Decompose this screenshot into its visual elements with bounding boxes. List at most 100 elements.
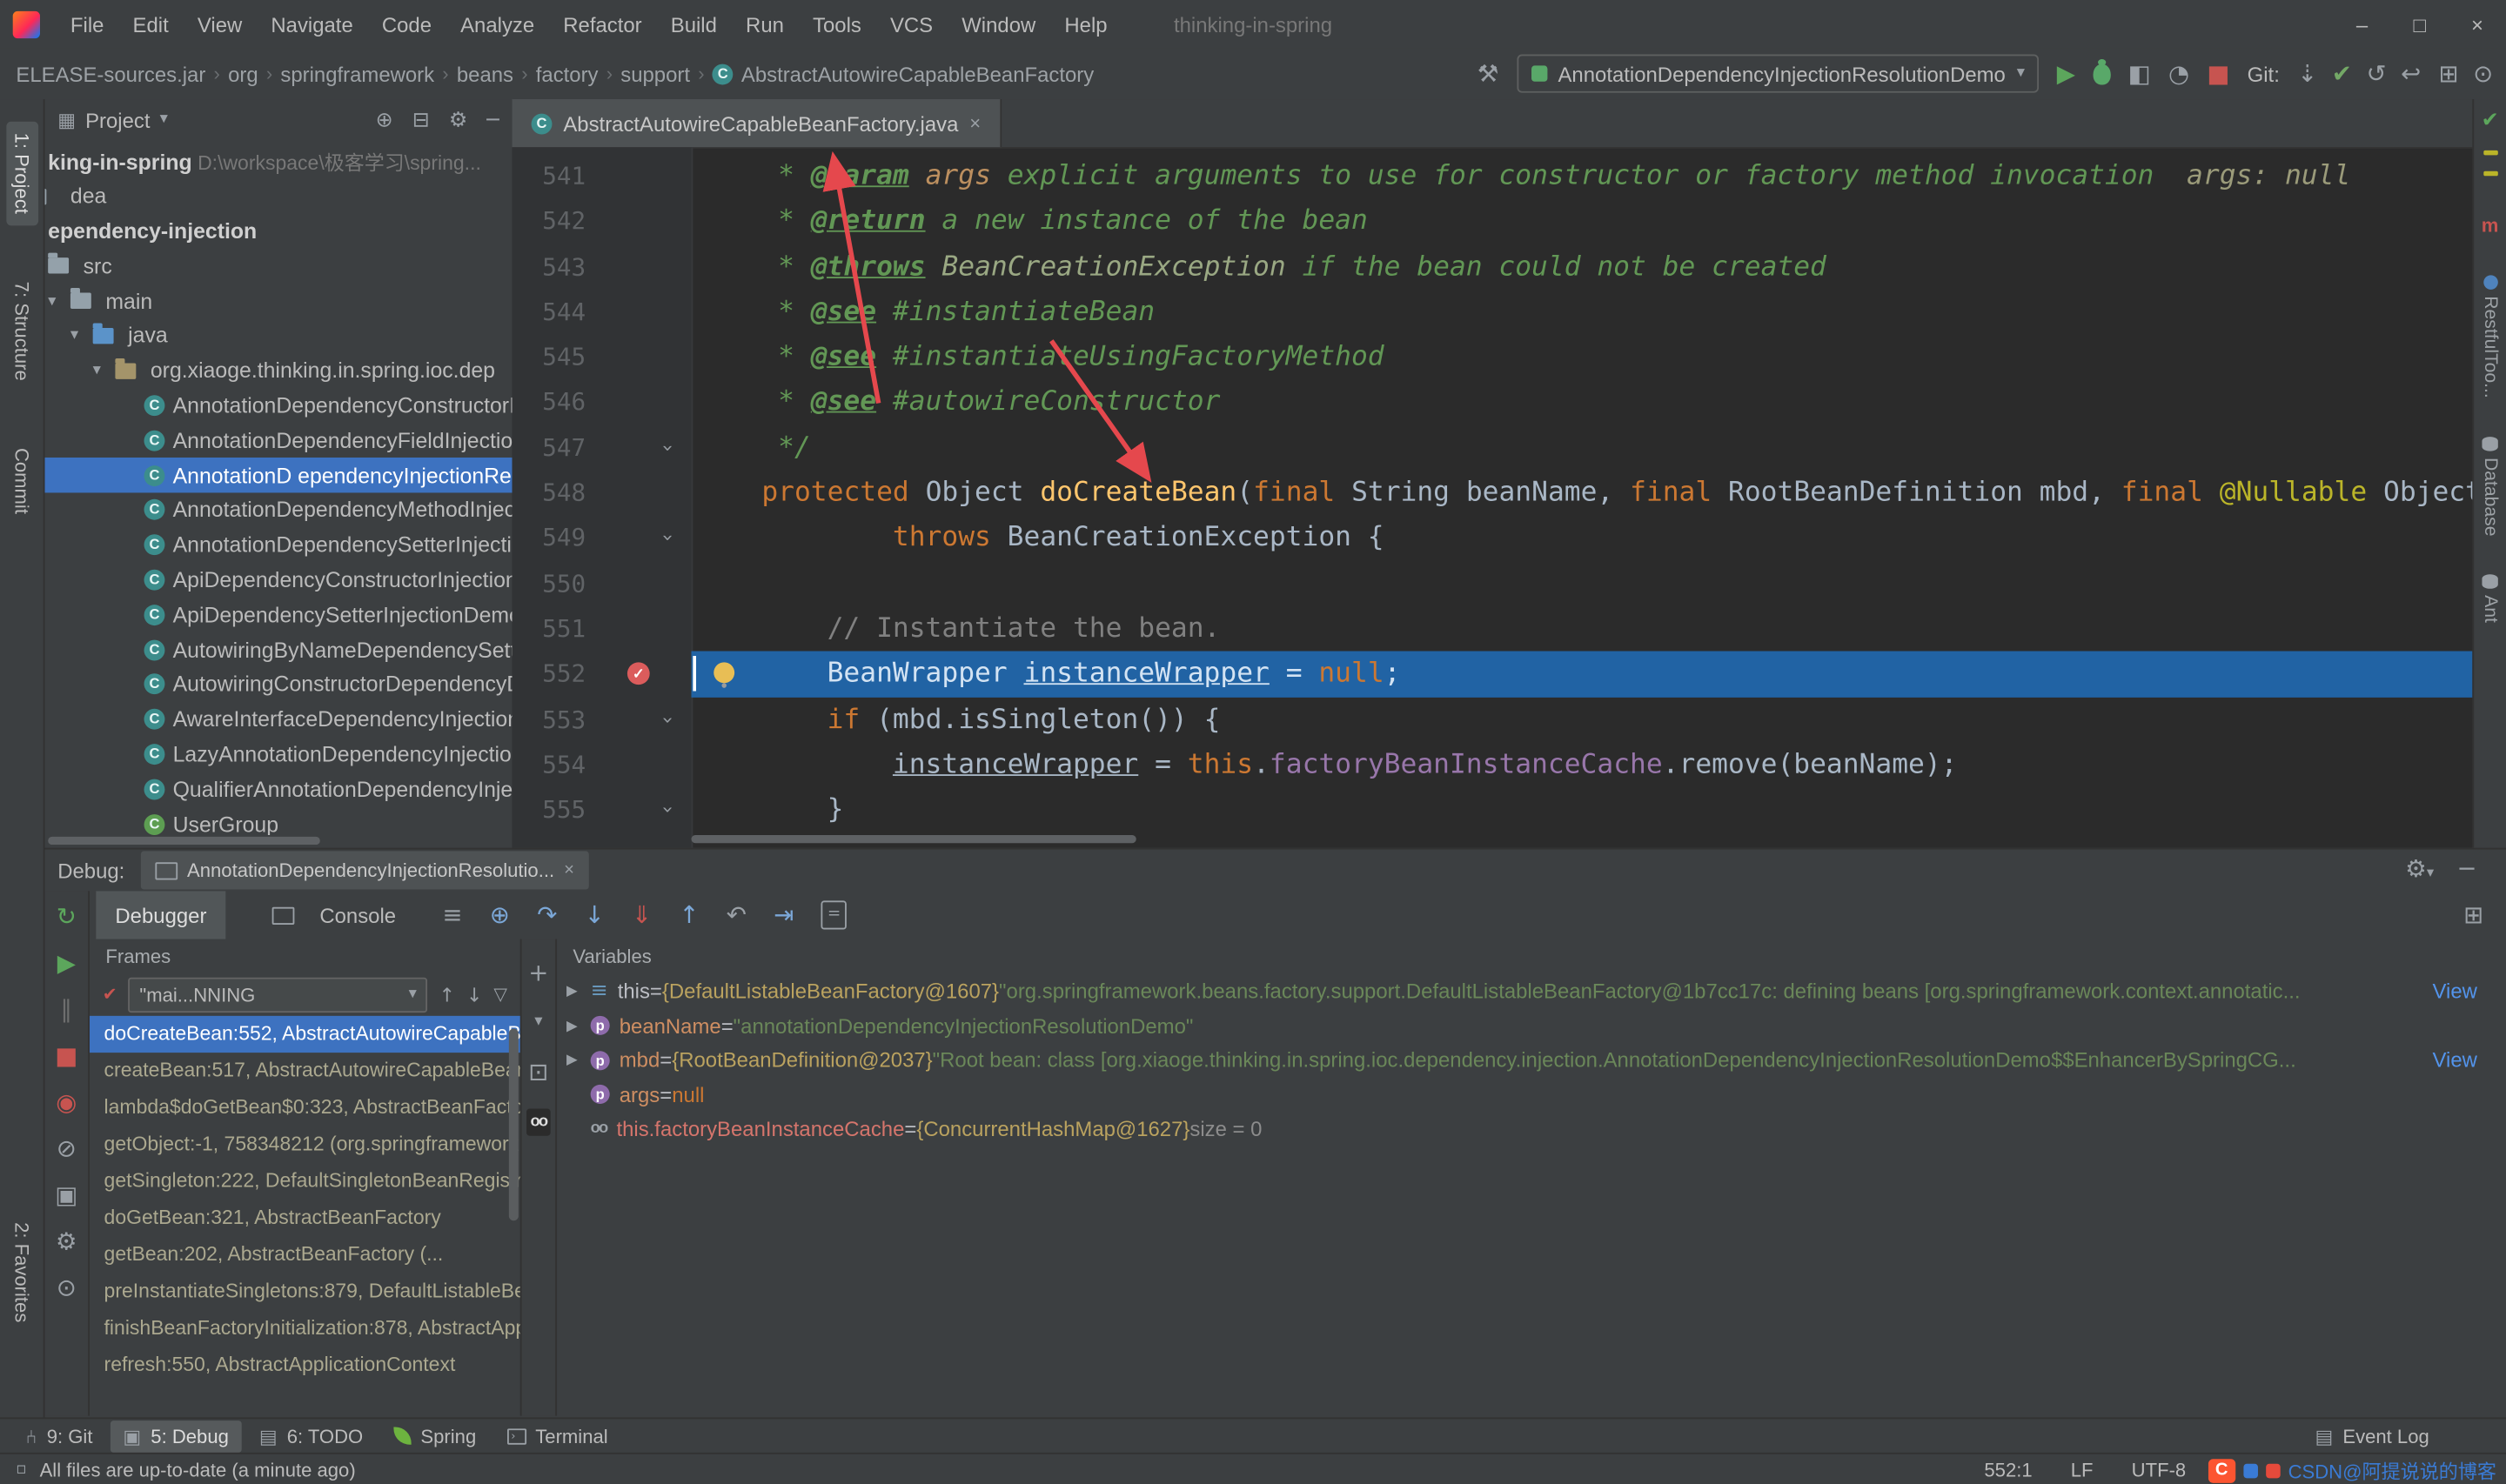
tool-strip-favorites[interactable]: 2: Favorites <box>5 1212 37 1334</box>
show-execution-point-icon[interactable]: ⊕ <box>490 902 510 927</box>
code-line-550[interactable]: 550 <box>513 561 2473 606</box>
debug-bug-icon[interactable] <box>2093 64 2110 84</box>
menu-file[interactable]: File <box>56 7 118 41</box>
breakpoint-icon[interactable]: ✓ <box>627 663 650 685</box>
evaluate-icon[interactable]: = <box>821 900 848 929</box>
code-line-553[interactable]: 553› if (mbd.isSingleton()) { <box>513 697 2473 742</box>
caret-position-widget[interactable]: 552:1 <box>1984 1458 2032 1481</box>
breadcrumb-item[interactable]: AbstractAutowireCapableBeanFactory <box>741 62 1094 86</box>
event-log-button[interactable]: ▤ Event Log <box>2315 1423 2493 1448</box>
line-number[interactable]: 546 <box>513 380 586 425</box>
git-commit-icon[interactable]: ✔ <box>2332 61 2352 86</box>
run-configuration-select[interactable]: AnnotationDependencyInjectionResolutionD… <box>1517 55 2040 93</box>
frames-scrollbar[interactable] <box>509 1029 519 1221</box>
stack-frame[interactable]: getSingleton:222, DefaultSingletonBeanRe… <box>90 1163 520 1200</box>
menu-edit[interactable]: Edit <box>118 7 183 41</box>
stack-frame[interactable]: lambda$doGetBean$0:323, AbstractBeanFact… <box>90 1089 520 1126</box>
expand-arrow-icon[interactable]: ▶ <box>566 983 591 1000</box>
line-number[interactable]: 542 <box>513 199 586 244</box>
snapshot-icon[interactable]: ▣ <box>55 1182 77 1207</box>
tree-item[interactable]: CAwareInterfaceDependencyInjectionDemo <box>44 702 512 737</box>
encoding-widget[interactable]: UTF-8 <box>2132 1458 2187 1481</box>
fold-marker-icon[interactable]: › <box>646 716 691 724</box>
line-number[interactable]: 554 <box>513 742 586 787</box>
stack-frame[interactable]: doGetBean:321, AbstractBeanFactory <box>90 1200 520 1236</box>
tree-item[interactable]: CAnnotationDependencyFieldInjectionDemo <box>44 423 512 458</box>
pin-icon[interactable]: ⊙ <box>57 1275 77 1300</box>
settings-icon[interactable]: ⚙ <box>449 108 467 132</box>
frame-down-icon[interactable]: ↓ <box>466 982 483 1007</box>
thread-dropdown[interactable]: "mai...NNING ▾ <box>129 978 428 1013</box>
fold-marker-icon[interactable]: › <box>646 534 691 542</box>
close-icon[interactable]: × <box>564 860 574 879</box>
stack-frame[interactable]: getObject:-1, 758348212 (org.springframe… <box>90 1126 520 1163</box>
search-icon[interactable]: ⊙ <box>2473 61 2493 86</box>
chevron-down-icon[interactable]: ▾ <box>534 1009 542 1034</box>
layout-settings-icon[interactable]: ⊞ <box>2463 902 2483 927</box>
fold-marker-icon[interactable]: › <box>646 444 691 451</box>
profiler-icon[interactable]: ◔ <box>2168 61 2189 86</box>
code-line-552[interactable]: 552✓ BeanWrapper instanceWrapper = null; <box>513 652 2473 697</box>
editor-horizontal-scrollbar[interactable] <box>691 835 1136 843</box>
variable-row[interactable]: pargs = null <box>557 1078 2506 1113</box>
add-watch-icon[interactable]: + <box>528 959 548 985</box>
tree-item[interactable]: CApiDependencySetterInjectionDemo <box>44 598 512 632</box>
hide-icon[interactable]: ─ <box>2460 855 2475 886</box>
menu-icon[interactable]: ≡ <box>442 902 462 927</box>
menu-run[interactable]: Run <box>731 7 798 41</box>
settings-gear-icon[interactable]: ⚙▾ <box>2405 855 2434 886</box>
close-icon[interactable]: × <box>969 112 981 135</box>
debug-session-tab[interactable]: AnnotationDependencyInjectionResolutio..… <box>141 851 589 889</box>
code-line-546[interactable]: 546 * @see #autowireConstructor <box>513 380 2473 425</box>
tool-strip-restfultoo[interactable]: RestfulToo... <box>2481 275 2500 398</box>
watches-toggle-icon[interactable]: oo <box>527 1108 550 1135</box>
locate-icon[interactable]: ⊕ <box>376 108 393 132</box>
stack-frame[interactable]: doCreateBean:552, AbstractAutowireCapabl… <box>90 1016 520 1053</box>
breadcrumb-item[interactable]: springframework <box>280 62 434 86</box>
line-number[interactable]: 551 <box>513 606 586 652</box>
menu-tools[interactable]: Tools <box>798 7 875 41</box>
git-icon[interactable]: ⑃ <box>25 1423 37 1448</box>
code-line-542[interactable]: 542 * @return a new instance of the bean <box>513 199 2473 244</box>
drop-frame-icon[interactable]: ↶ <box>727 902 747 927</box>
debug-icon[interactable]: ▣ <box>123 1423 141 1448</box>
line-ending-widget[interactable]: LF <box>2071 1458 2094 1481</box>
line-number[interactable]: 555 <box>513 787 586 832</box>
toolwindow-button-git[interactable]: ⑃9: Git <box>13 1420 105 1452</box>
line-number[interactable]: 552 <box>513 652 586 697</box>
force-step-into-icon[interactable]: ⇓ <box>632 902 652 927</box>
code-line-541[interactable]: 541 * @param args explicit arguments to … <box>513 154 2473 199</box>
tree-item[interactable]: CQualifierAnnotationDependencyInjection <box>44 772 512 806</box>
menu-navigate[interactable]: Navigate <box>257 7 367 41</box>
code-line-551[interactable]: 551 // Instantiate the bean. <box>513 606 2473 652</box>
tree-item[interactable]: king-in-spring D:\workspace\极客学习\spring.… <box>44 144 512 179</box>
mute-breakpoints-icon[interactable]: ⊘ <box>57 1136 77 1161</box>
line-number[interactable]: 549 <box>513 516 586 561</box>
code-line-554[interactable]: 554 instanceWrapper = this.factoryBeanIn… <box>513 742 2473 787</box>
git-history-icon[interactable]: ↺ <box>2366 61 2386 86</box>
tree-item[interactable]: ▾src <box>44 249 512 284</box>
inspections-ok-icon[interactable]: ✔ <box>2482 109 2499 134</box>
line-number[interactable]: 545 <box>513 335 586 380</box>
expand-arrow-icon[interactable]: ▾ <box>93 362 101 379</box>
menu-analyze[interactable]: Analyze <box>446 7 549 41</box>
tree-item[interactable]: CApiDependencyConstructorInjectionDemo <box>44 563 512 598</box>
breadcrumb-item[interactable]: org <box>228 62 258 86</box>
tree-item[interactable]: CAnnotationDependencySetterInjectionDemo <box>44 527 512 562</box>
run-icon[interactable]: ▶ <box>2057 61 2075 86</box>
tree-item[interactable]: CLazyAnnotationDependencyInjectionDemo <box>44 737 512 772</box>
horizontal-scrollbar[interactable] <box>48 837 320 845</box>
variable-row[interactable]: oothis.factoryBeanInstanceCache = {Concu… <box>557 1112 2506 1146</box>
code-line-543[interactable]: 543 * @throws BeanCreationException if t… <box>513 244 2473 290</box>
hide-icon[interactable]: ─ <box>486 108 499 132</box>
build-icon[interactable]: ⚒ <box>1477 61 1499 86</box>
variable-row[interactable]: ▶pmbd = {RootBeanDefinition@2037} "Root … <box>557 1043 2506 1078</box>
tool-strip-commit[interactable]: Commit <box>5 437 37 525</box>
step-out-icon[interactable]: ↑ <box>679 902 699 927</box>
collapse-icon[interactable]: ⊟ <box>412 108 430 132</box>
line-number[interactable]: 553 <box>513 697 586 742</box>
tab-debugger[interactable]: Debugger <box>96 891 225 939</box>
tool-strip-structure[interactable]: 7: Structure <box>5 270 37 391</box>
tab-console[interactable]: Console <box>253 891 415 939</box>
close-button[interactable]: × <box>2449 0 2506 48</box>
